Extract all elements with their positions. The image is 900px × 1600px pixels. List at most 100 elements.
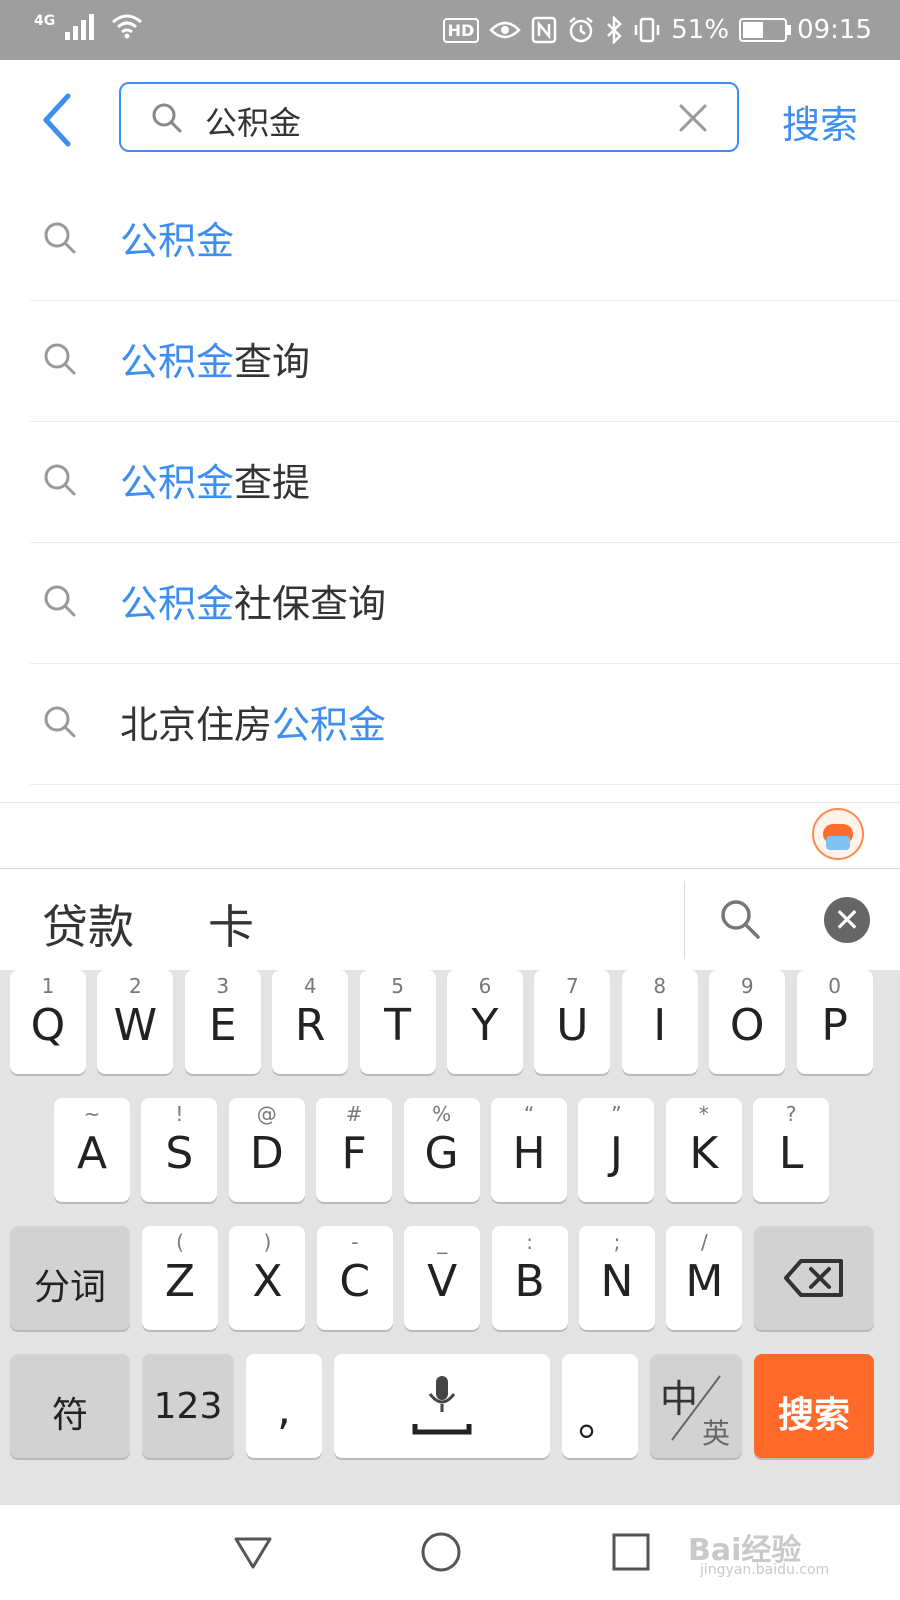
search-input[interactable]: 公积金 <box>119 82 739 152</box>
clear-icon[interactable] <box>677 102 709 134</box>
key-primary-label: G <box>424 1128 459 1179</box>
key-h[interactable]: “H <box>491 1098 567 1202</box>
segment-key[interactable]: 分词 <box>10 1226 130 1330</box>
candidate-separator <box>684 881 685 959</box>
suggestion-item[interactable]: 北京住房公积金 <box>30 664 900 785</box>
key-i[interactable]: 8I <box>621 970 698 1074</box>
nfc-icon <box>532 16 557 44</box>
list-divider <box>0 802 900 803</box>
key-p[interactable]: 0P <box>796 970 873 1074</box>
search-icon <box>44 343 76 375</box>
key-primary-label: O <box>729 1000 765 1051</box>
search-header: 公积金 搜索 <box>0 60 900 175</box>
suggestion-item[interactable]: 公积金查提 <box>30 422 900 543</box>
eye-comfort-icon <box>489 21 522 39</box>
suggestion-item[interactable]: 公积金查询 <box>30 301 900 422</box>
language-switch-key[interactable]: 中 英 <box>650 1354 742 1458</box>
key-secondary-label: ? <box>785 1102 797 1126</box>
key-primary-label: Z <box>164 1256 196 1307</box>
nav-back-icon[interactable] <box>232 1531 274 1573</box>
key-secondary-label: 0 <box>828 974 841 998</box>
comma-key-label: , <box>277 1384 291 1435</box>
key-primary-label: E <box>208 1000 237 1051</box>
key-v[interactable]: _ V <box>404 1226 481 1330</box>
key-j[interactable]: ” J <box>578 1098 655 1202</box>
key-secondary-label: ~ <box>83 1102 101 1126</box>
key-s[interactable]: ! S <box>141 1098 218 1202</box>
key-f[interactable]: # F <box>316 1098 393 1202</box>
suggestion-text: 公积金查提 <box>120 452 310 507</box>
backspace-key[interactable] <box>754 1226 874 1330</box>
key-secondary-label: 5 <box>391 974 404 998</box>
key-primary-label: K <box>689 1128 719 1179</box>
key-n[interactable]: ; N <box>579 1226 655 1330</box>
key-secondary-label: 3 <box>216 974 230 998</box>
key-y[interactable]: 6Y <box>447 970 523 1074</box>
key-primary-label: W <box>113 1000 158 1051</box>
space-key[interactable] <box>334 1354 550 1458</box>
key-secondary-label: * <box>698 1102 709 1126</box>
signal-icon <box>65 14 95 40</box>
search-query-text[interactable]: 公积金 <box>205 98 301 144</box>
soft-keyboard: 符 123 , 。 中 英 搜索 分词 1Q2W3E4R5T6Y7U8I9O0 <box>0 970 900 1505</box>
key-m[interactable]: / M <box>666 1226 743 1330</box>
key-primary-label: C <box>339 1256 371 1307</box>
number-key[interactable]: 123 <box>142 1354 234 1458</box>
key-w[interactable]: 2W <box>97 970 174 1074</box>
key-x[interactable]: ) X <box>229 1226 306 1330</box>
key-primary-label: V <box>427 1256 458 1307</box>
backspace-icon <box>784 1259 843 1297</box>
nav-home-icon[interactable] <box>420 1531 462 1573</box>
key-secondary-label: % <box>432 1102 452 1126</box>
key-t[interactable]: 5T <box>359 970 436 1074</box>
key-primary-label: T <box>384 1000 412 1051</box>
key-o[interactable]: 9O <box>709 970 786 1074</box>
period-key[interactable]: 。 <box>562 1354 638 1458</box>
search-icon <box>44 464 76 496</box>
battery-percent: 51% <box>671 15 730 45</box>
back-arrow-icon[interactable] <box>38 92 78 148</box>
key-b[interactable]: :B <box>491 1226 568 1330</box>
key-g[interactable]: % G <box>403 1098 480 1202</box>
assistant-mascot-icon[interactable] <box>812 808 864 860</box>
candidate-word[interactable]: 贷款 <box>42 891 134 957</box>
search-key[interactable]: 搜索 <box>754 1354 874 1458</box>
suggestion-suffix: 查提 <box>234 461 311 505</box>
key-secondary-label: # <box>345 1102 363 1126</box>
key-secondary-label: 4 <box>303 974 317 998</box>
search-icon <box>152 103 182 133</box>
key-k[interactable]: * K <box>665 1098 742 1202</box>
key-secondary-label: : <box>526 1230 533 1254</box>
microphone-icon <box>412 1376 472 1435</box>
key-u[interactable]: 7U <box>534 970 611 1074</box>
vibrate-icon <box>635 17 660 43</box>
suggestion-item[interactable]: 公积金社保查询 <box>30 543 900 664</box>
key-secondary-label: ( <box>176 1230 184 1254</box>
key-e[interactable]: 3E <box>184 970 261 1074</box>
key-r[interactable]: 4R <box>272 970 349 1074</box>
battery-fill <box>743 22 764 38</box>
key-z[interactable]: (Z <box>142 1226 218 1330</box>
alarm-icon <box>569 17 594 43</box>
key-secondary-label: ) <box>263 1230 272 1254</box>
suggestion-suffix: 社保查询 <box>234 582 387 626</box>
key-c[interactable]: -C <box>316 1226 393 1330</box>
suggestion-item[interactable]: 公积金 <box>30 180 900 301</box>
nav-recents-icon[interactable] <box>610 1531 652 1573</box>
key-secondary-label: 1 <box>41 974 55 998</box>
symbol-key[interactable]: 符 <box>10 1354 130 1458</box>
search-key-label: 搜索 <box>777 1395 850 1436</box>
wifi-icon <box>112 14 143 39</box>
key-secondary-label: 8 <box>653 974 667 998</box>
key-d[interactable]: @ D <box>228 1098 305 1202</box>
key-a[interactable]: ~ A <box>54 1098 130 1202</box>
ime-search-icon[interactable] <box>718 897 762 941</box>
key-primary-label: B <box>514 1256 545 1307</box>
comma-key[interactable]: , <box>246 1354 322 1458</box>
key-primary-label: A <box>76 1128 108 1179</box>
key-l[interactable]: ? L <box>753 1098 830 1202</box>
key-q[interactable]: 1Q <box>10 970 86 1074</box>
search-button[interactable]: 搜索 <box>782 94 858 149</box>
candidate-word[interactable]: 卡 <box>208 891 254 957</box>
ime-collapse-icon[interactable]: ✕ <box>824 897 870 943</box>
